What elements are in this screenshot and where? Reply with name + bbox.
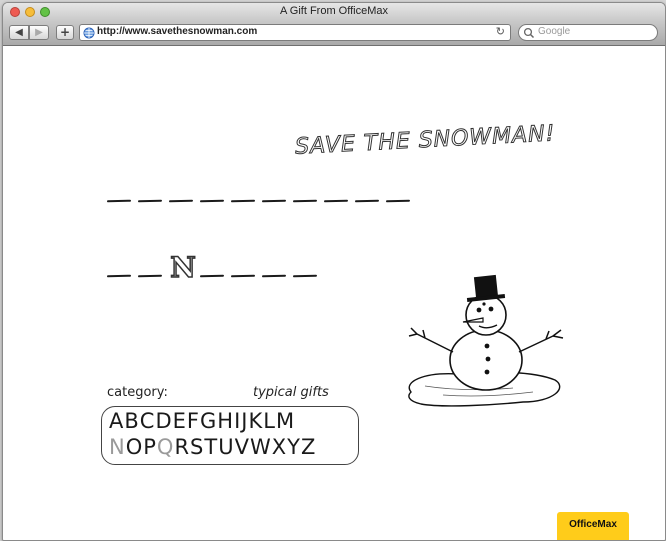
game-title: SAVE THE SNOWMAN! [294, 121, 557, 161]
letter-u-button[interactable]: U [218, 435, 233, 459]
letter-l-button[interactable]: L [263, 409, 275, 433]
url-text: http://www.savethesnowman.com [97, 26, 258, 37]
letter-f-button[interactable]: F [187, 409, 199, 433]
letter-blank [292, 199, 318, 203]
back-arrow-icon: ◀ [15, 27, 23, 38]
forward-button[interactable]: ▶ [29, 25, 49, 40]
browser-toolbar: ◀ ▶ + http://www.savethesnowman.com ↻ Go… [3, 21, 665, 46]
letter-blank [199, 199, 225, 203]
search-field[interactable]: Google [518, 24, 658, 41]
letter-m-button[interactable]: M [276, 409, 294, 433]
letter-o-button[interactable]: O [126, 435, 143, 459]
letter-k-button[interactable]: K [249, 409, 263, 433]
letter-blank [230, 199, 256, 203]
add-bookmark-button[interactable]: + [56, 25, 74, 40]
letter-w-button[interactable]: W [250, 435, 271, 459]
letter-i-button[interactable]: I [234, 409, 240, 433]
letter-y-button[interactable]: Y [287, 435, 300, 459]
globe-icon [83, 27, 95, 39]
letter-d-button[interactable]: D [155, 409, 171, 433]
page-content: SAVE THE SNOWMAN! N category: typical gi… [3, 46, 665, 540]
title-bar: A Gift From OfficeMax [3, 3, 665, 21]
letter-q-button[interactable]: Q [157, 435, 174, 459]
letter-blank [292, 274, 318, 278]
letter-blank [354, 199, 380, 203]
letter-g-button[interactable]: G [200, 409, 216, 433]
letter-p-button[interactable]: P [143, 435, 156, 459]
snowman-illustration [408, 274, 564, 407]
search-placeholder: Google [538, 26, 571, 37]
letter-blank [385, 199, 411, 203]
letter-blank [261, 274, 287, 278]
plus-icon: + [59, 25, 71, 39]
letter-blank [106, 274, 132, 278]
letter-blank [137, 199, 163, 203]
address-bar[interactable]: http://www.savethesnowman.com ↻ [79, 24, 511, 41]
officemax-logo[interactable]: OfficeMax [557, 512, 629, 540]
letter-n-button[interactable]: N [109, 435, 125, 459]
alphabet-panel: ABCDEFGHIJKLM NOPQRSTUVWXYZ [101, 406, 359, 465]
category-value: typical gifts [253, 385, 329, 400]
search-icon [523, 27, 535, 39]
letter-z-button[interactable]: Z [301, 435, 315, 459]
revealed-letter: N [169, 250, 196, 285]
letter-blank [199, 274, 225, 278]
letter-x-button[interactable]: X [272, 435, 286, 459]
letter-blank [106, 199, 132, 203]
reload-icon[interactable]: ↻ [496, 25, 505, 38]
letter-blank [261, 199, 287, 203]
letter-blank [323, 199, 349, 203]
letter-v-button[interactable]: V [235, 435, 249, 459]
letter-h-button[interactable]: H [217, 409, 233, 433]
back-button[interactable]: ◀ [9, 25, 29, 40]
letter-c-button[interactable]: C [140, 409, 155, 433]
letter-a-button[interactable]: A [109, 409, 123, 433]
window-title: A Gift From OfficeMax [280, 5, 388, 17]
letter-s-button[interactable]: S [190, 435, 203, 459]
letter-blank [137, 274, 163, 278]
letter-blank [168, 199, 194, 203]
alphabet-row-1: ABCDEFGHIJKLM [109, 409, 295, 433]
forward-arrow-icon: ▶ [35, 27, 43, 38]
word-2-blanks: N [106, 250, 347, 291]
letter-j-button[interactable]: J [241, 409, 247, 433]
letter-b-button[interactable]: B [124, 409, 138, 433]
word-1-blanks [106, 199, 427, 220]
letter-r-button[interactable]: R [174, 435, 189, 459]
browser-window: A Gift From OfficeMax ◀ ▶ + http://www.s… [2, 2, 666, 541]
letter-blank [230, 274, 256, 278]
letter-e-button[interactable]: E [173, 409, 186, 433]
alphabet-row-2: NOPQRSTUVWXYZ [109, 435, 316, 459]
category-label: category: [107, 385, 168, 400]
letter-t-button[interactable]: T [204, 435, 217, 459]
